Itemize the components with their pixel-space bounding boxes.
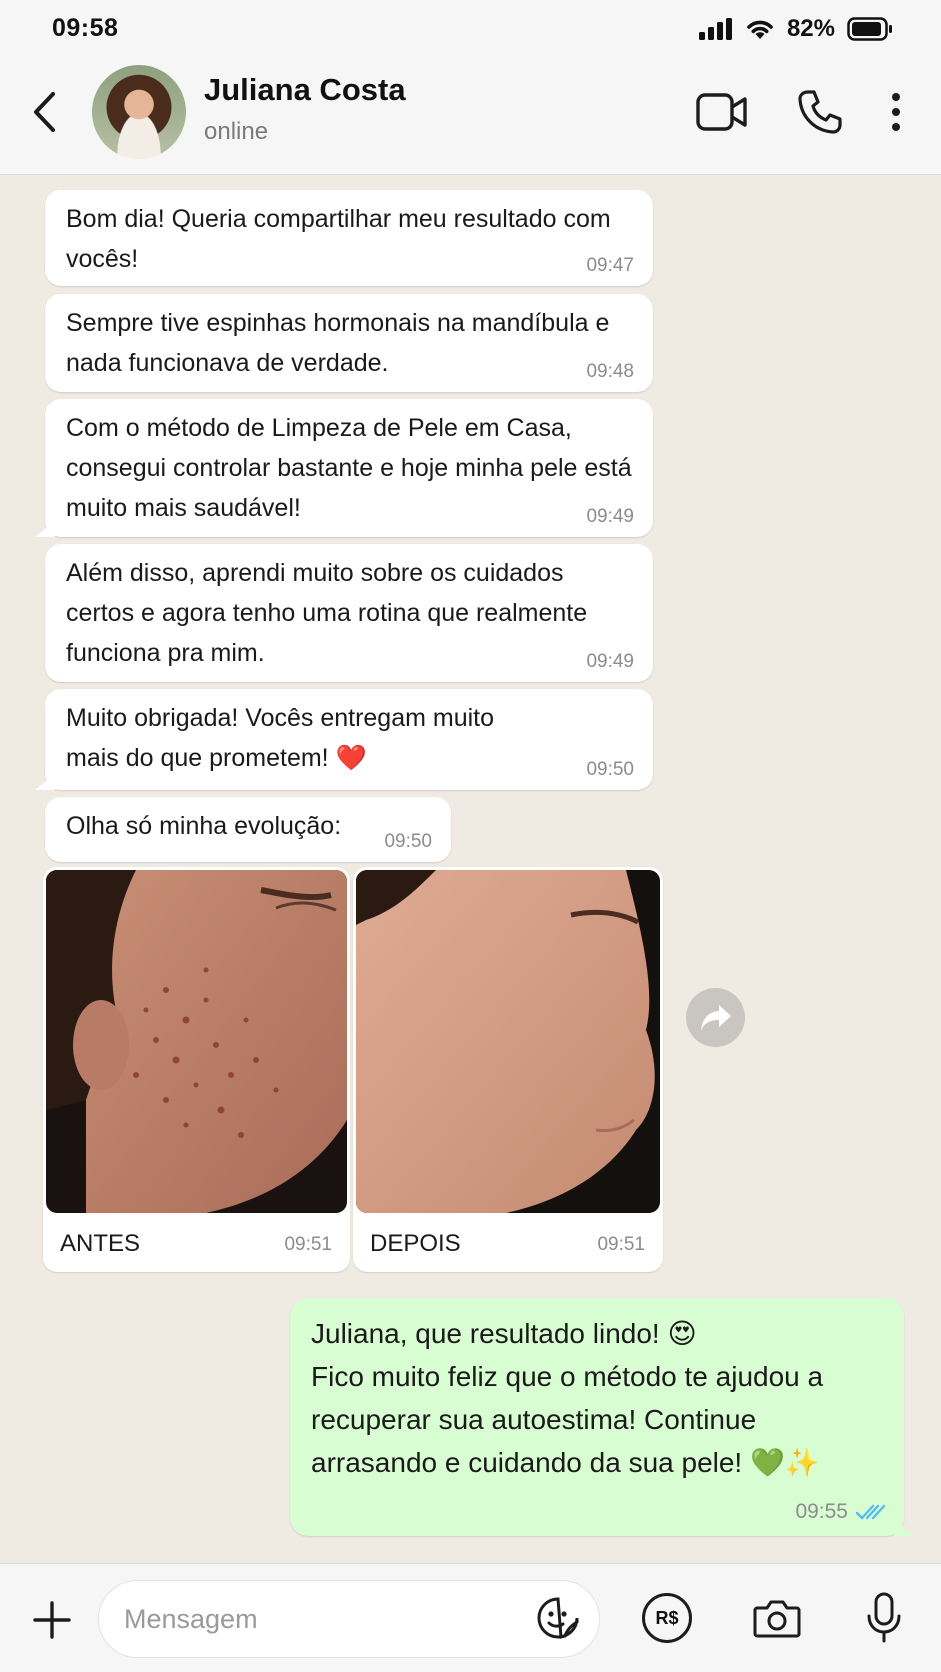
message-bubble[interactable]: Além disso, aprendi muito sobre os cuida… bbox=[45, 544, 653, 682]
contact-name[interactable]: Juliana Costa bbox=[204, 72, 406, 108]
message-bubble[interactable]: Sempre tive espinhas hormonais na mandíb… bbox=[45, 294, 653, 392]
message-text: Muito obrigada! Vocês entregam muito mai… bbox=[66, 704, 495, 772]
message-time: 09:50 bbox=[384, 831, 432, 852]
message-text: Bom dia! Queria compartilhar meu resulta… bbox=[66, 205, 611, 273]
more-options-button[interactable] bbox=[878, 84, 914, 140]
message-time: 09:55 bbox=[795, 1500, 848, 1523]
message-text: Olha só minha evolução: bbox=[66, 812, 342, 840]
voice-call-button[interactable] bbox=[792, 84, 848, 140]
image-message-after[interactable]: DEPOIS 09:51 bbox=[353, 867, 663, 1272]
chat-header: Juliana Costa online bbox=[0, 60, 941, 172]
back-arrow-icon bbox=[34, 92, 55, 132]
payment-button[interactable]: R$ bbox=[642, 1593, 692, 1643]
attach-button[interactable] bbox=[28, 1596, 76, 1644]
phone-icon bbox=[798, 90, 842, 134]
message-text: Além disso, aprendi muito sobre os cuida… bbox=[66, 559, 588, 667]
wifi-icon bbox=[747, 20, 773, 39]
sticker-icon bbox=[537, 1597, 579, 1639]
before-photo[interactable] bbox=[46, 870, 347, 1213]
image-message-before[interactable]: ANTES 09:51 bbox=[43, 867, 350, 1272]
face-after-image bbox=[356, 870, 660, 1213]
message-bubble[interactable]: Bom dia! Queria compartilhar meu resulta… bbox=[45, 190, 653, 286]
forward-button[interactable] bbox=[686, 988, 745, 1047]
image-time: 09:51 bbox=[284, 1234, 332, 1255]
battery-icon bbox=[847, 17, 892, 41]
top-bar: 09:58 82% Juliana Costa online bbox=[0, 0, 941, 175]
message-bubble[interactable]: Muito obrigada! Vocês entregam muito mai… bbox=[35, 689, 653, 790]
status-icons: 82% bbox=[698, 14, 893, 44]
camera-button[interactable] bbox=[752, 1594, 802, 1642]
message-time: 09:49 bbox=[586, 506, 634, 527]
mic-button[interactable] bbox=[862, 1590, 906, 1646]
plus-icon bbox=[33, 1601, 71, 1639]
bubble-tail bbox=[35, 521, 55, 537]
sticker-button[interactable] bbox=[534, 1594, 582, 1642]
status-time: 09:58 bbox=[52, 14, 119, 42]
outgoing-message-bubble[interactable]: Juliana, que resultado lindo! 😍 Fico mui… bbox=[290, 1298, 914, 1536]
forward-icon bbox=[700, 1004, 731, 1031]
message-bubble[interactable]: Com o método de Limpeza de Pele em Casa,… bbox=[35, 399, 653, 537]
message-time: 09:47 bbox=[586, 255, 634, 276]
mic-icon bbox=[867, 1592, 901, 1643]
more-vert-icon bbox=[892, 93, 900, 131]
video-call-button[interactable] bbox=[694, 84, 750, 140]
message-time: 09:50 bbox=[586, 759, 634, 780]
face-before-image bbox=[46, 870, 347, 1213]
avatar[interactable] bbox=[92, 65, 186, 159]
camera-icon bbox=[753, 1600, 801, 1638]
back-button[interactable] bbox=[22, 86, 68, 138]
composer-bar: R$ bbox=[0, 1563, 941, 1672]
message-text: Com o método de Limpeza de Pele em Casa,… bbox=[66, 414, 632, 522]
message-input[interactable] bbox=[98, 1580, 600, 1658]
message-time: 09:49 bbox=[586, 651, 634, 672]
bubble-tail bbox=[894, 1520, 914, 1536]
message-meta: 09:55 bbox=[795, 1500, 886, 1524]
image-caption: ANTES bbox=[60, 1230, 141, 1257]
payment-label: R$ bbox=[655, 1607, 679, 1628]
bubble-tail bbox=[35, 774, 55, 790]
message-text: Sempre tive espinhas hormonais na mandíb… bbox=[66, 309, 610, 377]
outgoing-message-text: Juliana, que resultado lindo! 😍 Fico mui… bbox=[311, 1318, 824, 1478]
battery-percent: 82% bbox=[786, 15, 835, 42]
message-time: 09:48 bbox=[586, 361, 634, 382]
image-caption: DEPOIS bbox=[370, 1230, 461, 1257]
status-bar: 09:58 82% bbox=[0, 0, 941, 56]
image-time: 09:51 bbox=[597, 1234, 645, 1255]
contact-status: online bbox=[204, 118, 269, 145]
double-check-icon bbox=[856, 1504, 886, 1520]
after-photo[interactable] bbox=[356, 870, 660, 1213]
video-call-icon bbox=[696, 93, 747, 131]
message-bubble[interactable]: Olha só minha evolução: 09:50 bbox=[45, 797, 451, 862]
signal-icon bbox=[698, 18, 732, 40]
